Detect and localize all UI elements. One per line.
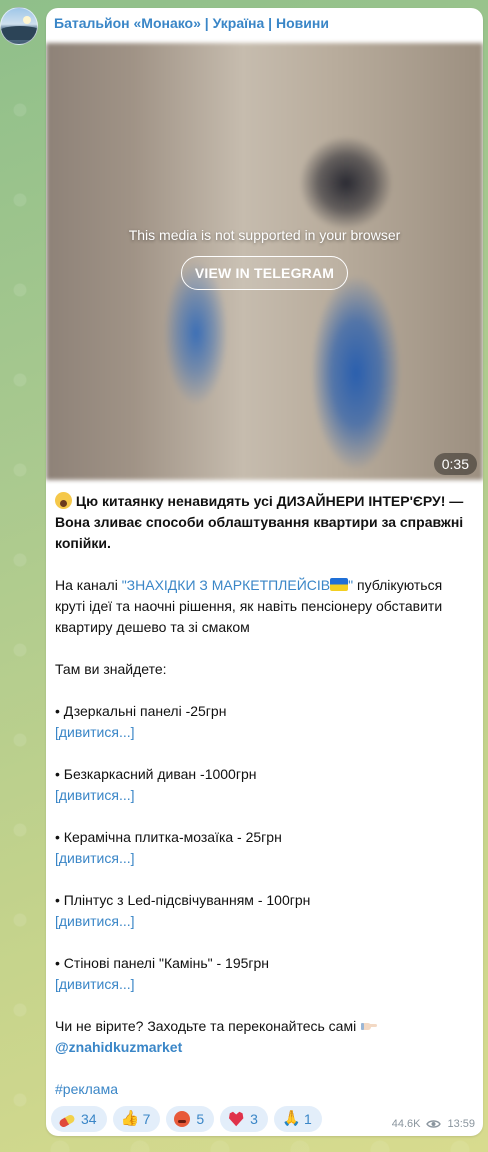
item-text: • Керамічна плитка-мозаїка - 25грн — [55, 829, 282, 845]
reaction-count: 7 — [142, 1111, 151, 1127]
channel-name-link[interactable]: Батальйон «Монако» | Україна | Новини — [54, 15, 329, 31]
item-text: • Безкаркасний диван -1000грн — [55, 766, 257, 782]
ukraine-flag-icon — [330, 578, 349, 591]
post-intro: На каналі "ЗНАХІДКИ З МАРКЕТПЛЕЙСІВ " пуб… — [55, 575, 475, 638]
media-unsupported-message: This media is not supported in your brow… — [128, 227, 401, 243]
post-text: Цю китаянку ненавидять усі ДИЗАЙНЕРИ ІНТ… — [55, 491, 475, 1100]
intro-prefix: На каналі — [55, 577, 122, 593]
item-text: • Стінові панелі "Камінь" - 195грн — [55, 955, 270, 971]
message-bubble: Батальйон «Монако» | Україна | Новини Th… — [46, 8, 483, 1136]
reaction-angry[interactable]: 5 — [166, 1106, 215, 1132]
thumbs-up-icon: 👍 — [120, 1110, 140, 1127]
reaction-count: 34 — [81, 1111, 97, 1127]
item-text: • Дзеркальні панелі -25грн — [55, 703, 227, 719]
angry-face-icon — [174, 1111, 191, 1127]
item-view-link[interactable]: [дивитися...] — [55, 974, 475, 995]
reaction-count: 3 — [250, 1111, 258, 1127]
item-view-link[interactable]: [дивитися...] — [55, 785, 475, 806]
channel-mention-text: "ЗНАХІДКИ З МАРКЕТПЛЕЙСІВ — [121, 577, 331, 593]
screaming-face-icon — [55, 492, 72, 509]
media-overlay: This media is not supported in your brow… — [46, 43, 483, 480]
avatar-hill — [1, 26, 37, 40]
call-to-action: Чи не вірите? Заходьте та переконайтесь … — [55, 1016, 475, 1037]
reaction-count: 1 — [303, 1111, 312, 1127]
item-text: • Плінтус з Led-підсвічуванням - 100грн — [55, 892, 311, 908]
list-heading: Там ви знайдете: — [55, 661, 167, 677]
channel-handle-link[interactable]: @znahidkuzmarket — [55, 1037, 475, 1058]
channel-mention-link[interactable]: "ЗНАХІДКИ З МАРКЕТПЛЕЙСІВ " — [122, 577, 353, 593]
message-meta: 44.6K 13:59 — [392, 1118, 475, 1130]
message-time: 13:59 — [447, 1118, 475, 1130]
reaction-thumbs-up[interactable]: 👍 7 — [112, 1106, 161, 1132]
folded-hands-icon: 🙏 — [281, 1110, 301, 1127]
pointing-hand-icon — [361, 1023, 378, 1030]
reaction-pill[interactable]: 34 — [51, 1106, 107, 1132]
eye-icon — [426, 1119, 442, 1129]
channel-avatar[interactable] — [0, 7, 38, 45]
item-view-link[interactable]: [дивитися...] — [55, 848, 475, 869]
view-count: 44.6K — [391, 1118, 421, 1130]
pill-icon — [58, 1113, 76, 1129]
reaction-count: 5 — [196, 1111, 205, 1127]
avatar-sun — [23, 16, 31, 24]
heart-on-fire-icon — [228, 1111, 244, 1127]
reactions-bar: 34 👍 7 5 3 🙏 1 — [51, 1106, 322, 1132]
reaction-folded-hands[interactable]: 🙏 1 — [273, 1106, 322, 1132]
cta-text: Чи не вірите? Заходьте та переконайтесь … — [55, 1018, 361, 1034]
reaction-heart-on-fire[interactable]: 3 — [220, 1106, 268, 1132]
view-in-telegram-button[interactable]: VIEW IN TELEGRAM — [180, 256, 349, 290]
hashtag-link[interactable]: #реклама — [55, 1079, 475, 1100]
item-view-link[interactable]: [дивитися...] — [55, 911, 475, 932]
post-headline: Цю китаянку ненавидять усі ДИЗАЙНЕРИ ІНТ… — [55, 491, 475, 554]
item-view-link[interactable]: [дивитися...] — [55, 722, 475, 743]
post-headline-text: Цю китаянку ненавидять усі ДИЗАЙНЕРИ ІНТ… — [55, 493, 464, 551]
video-duration-badge: 0:35 — [433, 453, 477, 475]
